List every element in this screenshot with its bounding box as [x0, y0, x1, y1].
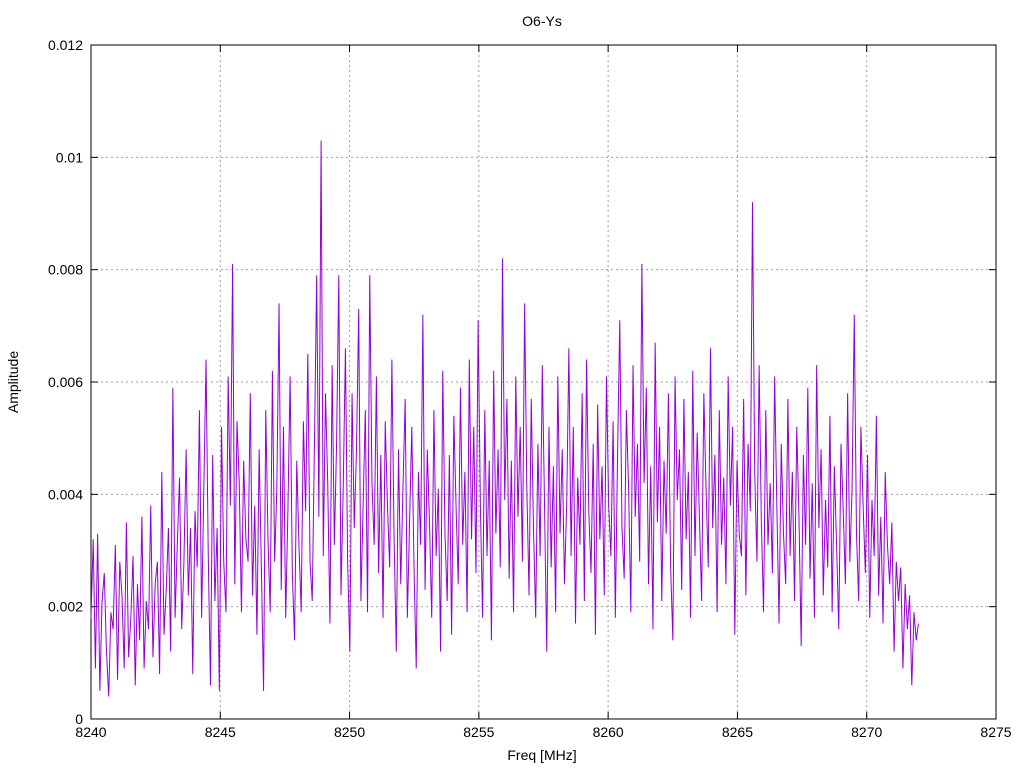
y-tick-label: 0.006	[48, 374, 83, 390]
x-tick-label: 8250	[334, 724, 365, 740]
x-tick-label: 8260	[593, 724, 624, 740]
x-tick-label: 8265	[722, 724, 753, 740]
y-tick-label: 0	[75, 711, 83, 727]
x-tick-label: 8255	[463, 724, 494, 740]
x-tick-label: 8275	[980, 724, 1011, 740]
chart-background	[0, 0, 1024, 768]
chart-title: O6-Ys	[522, 13, 562, 29]
x-tick-label: 8270	[851, 724, 882, 740]
y-axis-label: Amplitude	[5, 351, 21, 413]
y-tick-label: 0.004	[48, 486, 83, 502]
x-tick-label: 8245	[205, 724, 236, 740]
x-axis-label: Freq [MHz]	[507, 747, 576, 763]
y-tick-label: 0.01	[56, 149, 83, 165]
chart-canvas: 8240 8245 8250 8255 8260 8265 8270 8275 00.0020…	[0, 0, 1024, 768]
y-tick-label: 0.008	[48, 262, 83, 278]
y-tick-label: 0.012	[48, 37, 83, 53]
y-tick-label: 0.002	[48, 599, 83, 615]
